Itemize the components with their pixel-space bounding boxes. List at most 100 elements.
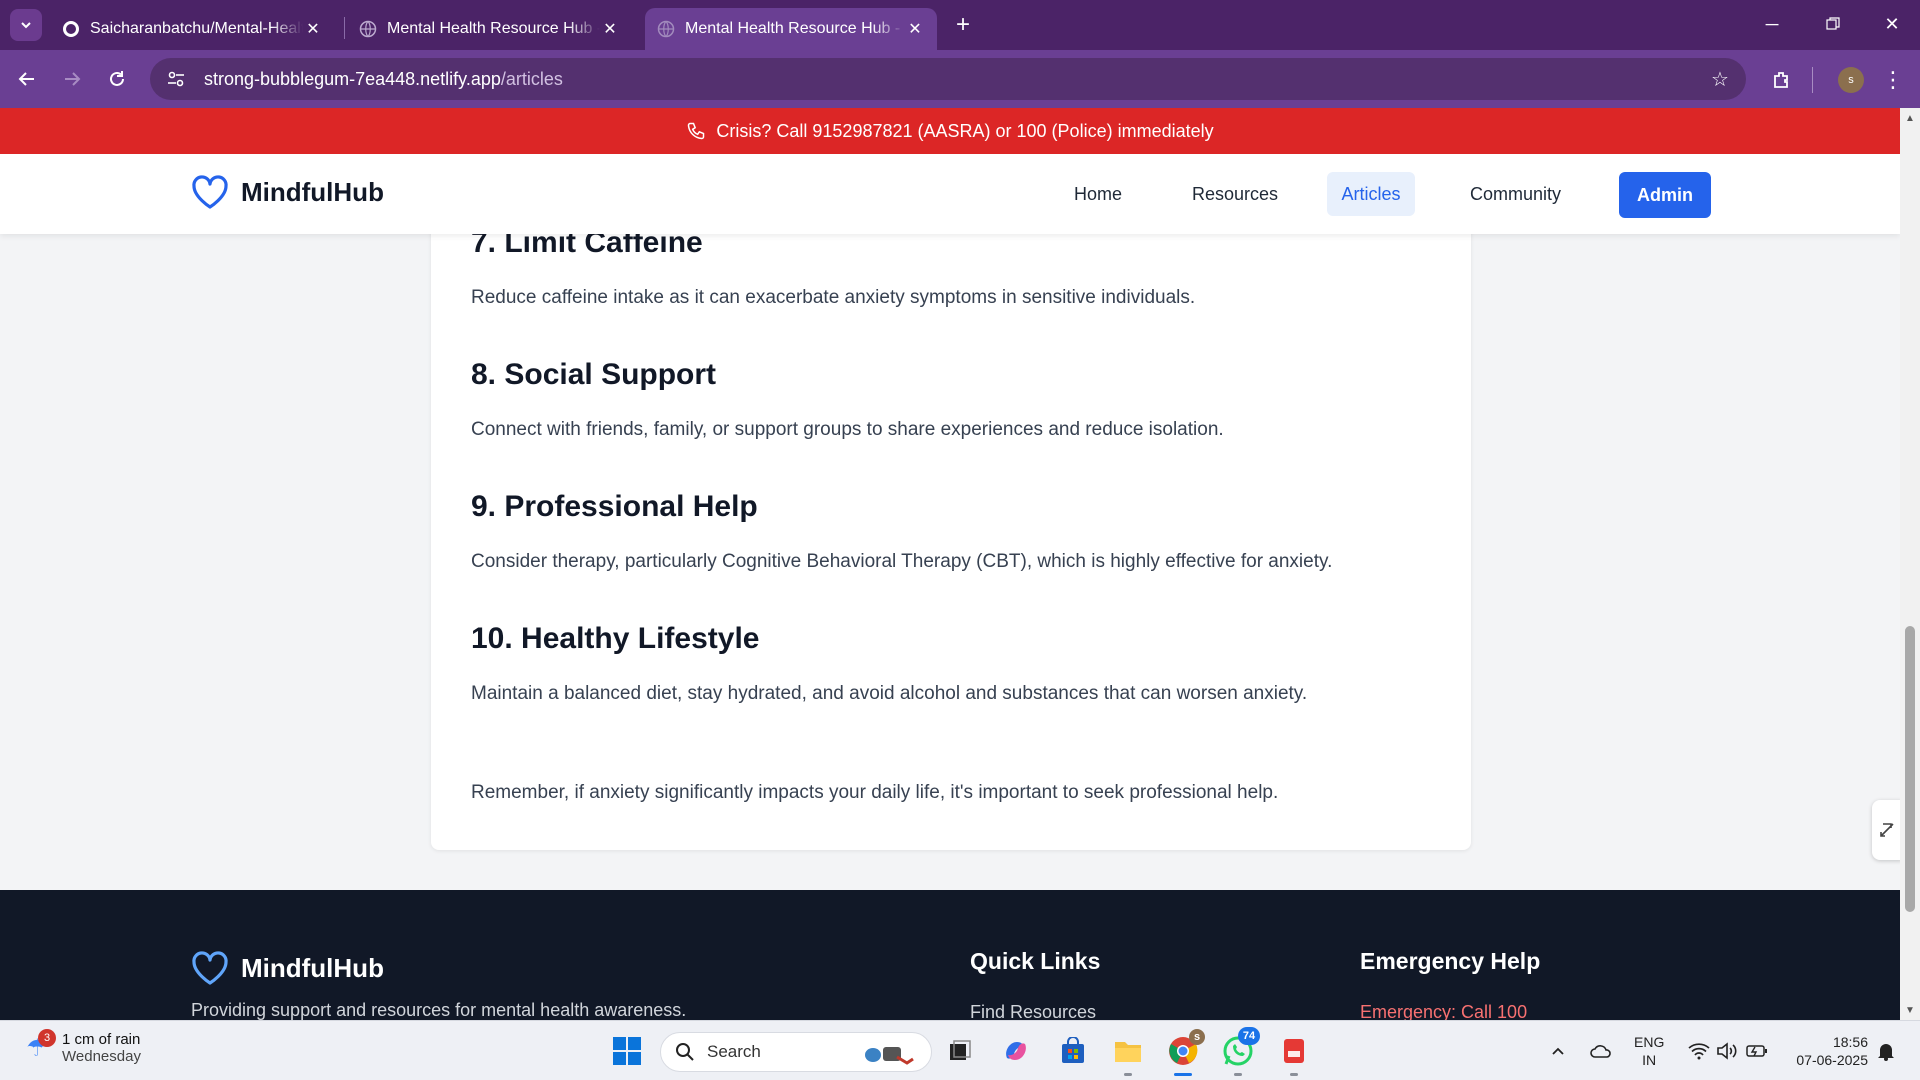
page-viewport: Crisis? Call 9152987821 (AASRA) or 100 (…	[0, 108, 1900, 1020]
windows-start-icon[interactable]	[609, 1033, 645, 1069]
article-section: 7. Limit Caffeine Reduce caffeine intake…	[471, 226, 1195, 307]
footer-link-find-resources[interactable]: Find Resources	[970, 1002, 1096, 1020]
extensions-icon[interactable]	[1765, 63, 1799, 97]
brand-name: MindfulHub	[241, 176, 384, 207]
address-bar[interactable]: strong-bubblegum-7ea448.netlify.app/arti…	[150, 58, 1746, 100]
chrome-icon[interactable]: s	[1165, 1029, 1205, 1069]
crisis-banner: Crisis? Call 9152987821 (AASRA) or 100 (…	[0, 108, 1900, 154]
admin-button[interactable]: Admin	[1619, 172, 1711, 218]
footer-quick-links-heading: Quick Links	[970, 948, 1101, 974]
task-view-icon[interactable]	[942, 1033, 978, 1069]
nav-community[interactable]: Community	[1456, 172, 1575, 216]
brand-logo-link[interactable]: MindfulHub	[191, 174, 384, 210]
scroll-down-icon[interactable]: ▼	[1904, 1004, 1916, 1016]
heart-icon	[192, 175, 228, 209]
weather-widget[interactable]: ☂ 3 1 cm of rain Wednesday	[22, 1029, 141, 1065]
section-heading: 9. Professional Help	[471, 490, 758, 523]
footer-emergency-link[interactable]: Emergency: Call 100	[1360, 1002, 1527, 1020]
section-heading: 10. Healthy Lifestyle	[471, 622, 760, 655]
region-code: IN	[1642, 1052, 1657, 1068]
side-panel-toggle-icon[interactable]	[1872, 800, 1902, 860]
restore-icon[interactable]	[1813, 6, 1853, 42]
battery-icon[interactable]	[1742, 1033, 1772, 1069]
microsoft-store-icon[interactable]	[1055, 1033, 1091, 1069]
footer-emergency-heading: Emergency Help	[1360, 948, 1541, 974]
heart-icon	[192, 951, 228, 985]
nav-resources[interactable]: Resources	[1178, 172, 1292, 216]
file-explorer-icon[interactable]	[1110, 1033, 1146, 1069]
crisis-text: Crisis? Call 9152987821 (AASRA) or 100 (…	[716, 120, 1214, 141]
browser-tab-strip: Saicharanbatchu/Mental-Health-Resource-H…	[0, 0, 1920, 50]
footer-tagline: Providing support and resources for ment…	[191, 1000, 687, 1020]
article-section: 8. Social Support Connect with friends, …	[471, 358, 1224, 439]
language-code: ENG	[1634, 1034, 1665, 1050]
forward-icon[interactable]	[55, 62, 89, 96]
umbrella-icon: ☂ 3	[22, 1029, 56, 1063]
closing-paragraph: Remember, if anxiety significantly impac…	[471, 782, 1279, 803]
footer-brand-name: MindfulHub	[241, 952, 384, 983]
chevron-down-icon	[21, 22, 31, 29]
browser-toolbar: strong-bubblegum-7ea448.netlify.app/arti…	[0, 50, 1920, 108]
weather-line-1: 1 cm of rain	[62, 1031, 141, 1048]
globe-icon	[359, 20, 377, 38]
close-window-icon[interactable]: ✕	[1872, 6, 1912, 42]
clock-time: 18:56	[1832, 1034, 1868, 1050]
taskbar-running-indicator	[1290, 1073, 1298, 1076]
new-tab-button[interactable]: +	[950, 11, 976, 38]
browser-tab-resource-hub[interactable]: Mental Health Resource Hub - Support ✕	[347, 8, 632, 50]
browser-menu-icon[interactable]: ⋮	[1880, 63, 1906, 97]
scroll-up-icon[interactable]: ▲	[1904, 112, 1916, 124]
bookmark-star-icon[interactable]: ☆	[1708, 67, 1732, 91]
scrollbar-thumb[interactable]	[1905, 626, 1915, 912]
url-text: strong-bubblegum-7ea448.netlify.app/arti…	[204, 69, 563, 90]
volume-icon[interactable]	[1712, 1033, 1742, 1069]
browser-tab-active[interactable]: Mental Health Resource Hub - Support ✕	[645, 8, 937, 50]
url-path: /articles	[500, 68, 563, 89]
weather-line-2: Wednesday	[62, 1048, 141, 1065]
minimize-icon[interactable]: ─	[1752, 6, 1792, 42]
section-body: Connect with friends, family, or support…	[471, 419, 1224, 440]
tab-search-button[interactable]	[10, 9, 42, 41]
globe-icon	[657, 20, 675, 38]
taskbar-running-indicator	[1124, 1073, 1132, 1076]
taskbar-running-indicator	[1234, 1073, 1242, 1076]
tab-title: Mental Health Resource Hub - Support	[685, 20, 905, 37]
github-icon	[63, 21, 79, 37]
taskbar-active-indicator	[1174, 1073, 1192, 1076]
footer-brand[interactable]: MindfulHub	[191, 950, 384, 986]
pdf-reader-icon[interactable]	[1276, 1033, 1312, 1069]
weather-text: 1 cm of rain Wednesday	[62, 1031, 141, 1065]
wifi-icon[interactable]	[1684, 1033, 1714, 1069]
clock[interactable]: 18:56 07-06-2025	[1786, 1033, 1868, 1069]
article-section: 10. Healthy Lifestyle Maintain a balance…	[471, 622, 1307, 703]
show-hidden-icons-chevron-icon[interactable]	[1544, 1033, 1572, 1069]
tab-close-icon[interactable]: ✕	[600, 19, 620, 39]
clock-date: 07-06-2025	[1796, 1052, 1868, 1068]
tab-close-icon[interactable]: ✕	[303, 19, 323, 39]
notification-bell-icon[interactable]	[1870, 1033, 1902, 1069]
whatsapp-icon[interactable]: 74	[1220, 1027, 1260, 1069]
nav-home[interactable]: Home	[1060, 172, 1136, 216]
nav-articles[interactable]: Articles	[1327, 172, 1415, 216]
whatsapp-unread-badge: 74	[1238, 1027, 1260, 1045]
section-body: Consider therapy, particularly Cognitive…	[471, 551, 1333, 572]
site-info-icon[interactable]	[164, 67, 188, 91]
chrome-profile-badge: s	[1189, 1029, 1205, 1045]
weather-badge: 3	[38, 1029, 56, 1047]
browser-tab-github[interactable]: Saicharanbatchu/Mental-Health-Resource-H…	[50, 8, 335, 50]
copilot-icon[interactable]	[998, 1033, 1034, 1069]
language-indicator[interactable]: ENG IN	[1634, 1033, 1664, 1069]
search-icon	[676, 1043, 694, 1061]
toolbar-divider	[1812, 67, 1813, 93]
taskbar-search[interactable]: Search	[660, 1032, 932, 1072]
article-card: 7. Limit Caffeine Reduce caffeine intake…	[431, 168, 1471, 850]
back-icon[interactable]	[10, 62, 44, 96]
section-body: Reduce caffeine intake as it can exacerb…	[471, 287, 1196, 308]
windows-taskbar: ☂ 3 1 cm of rain Wednesday Search s 74 E…	[0, 1020, 1920, 1080]
profile-button[interactable]: s	[1834, 63, 1868, 97]
onedrive-cloud-icon[interactable]	[1586, 1033, 1616, 1069]
reload-icon[interactable]	[100, 62, 134, 96]
tab-close-icon[interactable]: ✕	[905, 19, 925, 39]
site-header: MindfulHub Home Resources Articles Commu…	[0, 154, 1900, 234]
page-scrollbar[interactable]: ▲ ▼	[1900, 108, 1920, 1020]
